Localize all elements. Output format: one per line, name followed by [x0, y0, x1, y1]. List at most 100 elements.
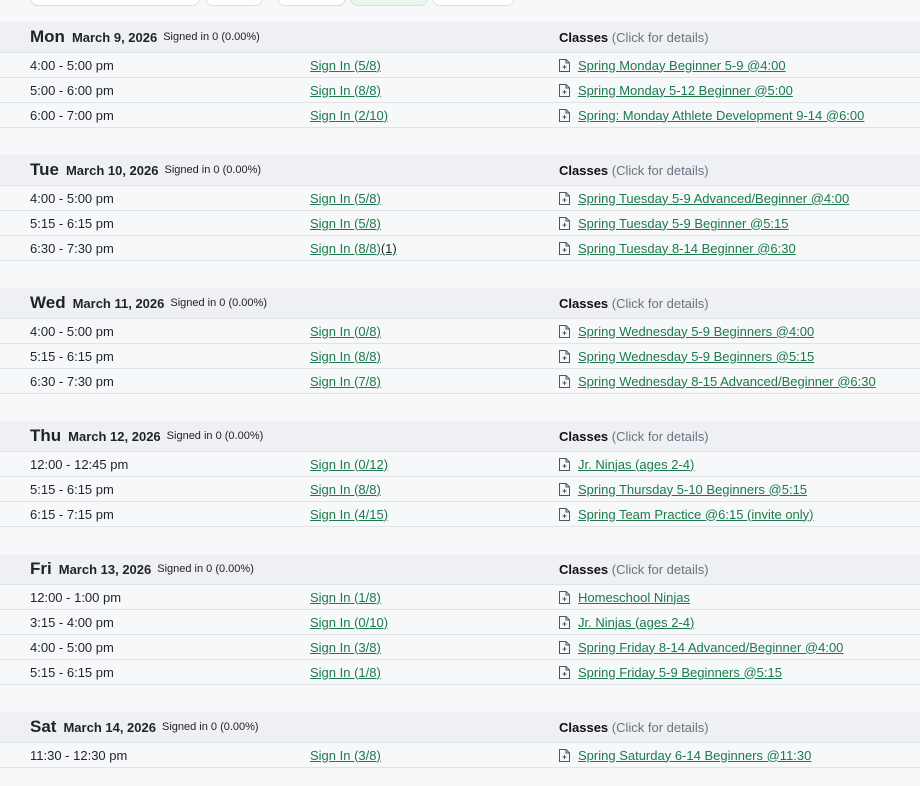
class-entry[interactable]: Spring Tuesday 5-9 Beginner @5:15 [559, 216, 789, 231]
class-link[interactable]: Homeschool Ninjas [578, 590, 690, 605]
class-link[interactable]: Spring Tuesday 5-9 Beginner @5:15 [578, 216, 789, 231]
schedule-row: 11:30 - 12:30 pm Sign In (3/8) Spring Sa… [0, 743, 920, 768]
sign-in-link[interactable]: Sign In (5/8) [310, 58, 381, 73]
sign-in-label[interactable]: Sign In (1/8) [310, 665, 381, 680]
toolbar-control[interactable] [277, 0, 346, 6]
day-name: Thu [30, 426, 62, 445]
class-link[interactable]: Spring Wednesday 5-9 Beginners @5:15 [578, 349, 814, 364]
classes-column-header: Classes (Click for details) [559, 429, 709, 444]
class-link[interactable]: Jr. Ninjas (ages 2-4) [578, 457, 694, 472]
sign-in-link[interactable]: Sign In (0/8) [310, 324, 381, 339]
class-link[interactable]: Spring Friday 8-14 Advanced/Beginner @4:… [578, 640, 843, 655]
sign-in-link[interactable]: Sign In (3/8) [310, 640, 381, 655]
class-link[interactable]: Spring Friday 5-9 Beginners @5:15 [578, 665, 782, 680]
document-plus-icon [559, 615, 570, 629]
class-entry[interactable]: Jr. Ninjas (ages 2-4) [559, 615, 694, 630]
sign-in-link[interactable]: Sign In (8/8)(1) [310, 241, 397, 256]
class-entry[interactable]: Spring Tuesday 8-14 Beginner @6:30 [559, 241, 796, 256]
class-link[interactable]: Jr. Ninjas (ages 2-4) [578, 615, 694, 630]
sign-in-label[interactable]: Sign In (3/8) [310, 640, 381, 655]
sign-in-label[interactable]: Sign In (5/8) [310, 191, 381, 206]
class-link[interactable]: Spring Tuesday 5-9 Advanced/Beginner @4:… [578, 191, 849, 206]
sign-in-label[interactable]: Sign In (0/8) [310, 324, 381, 339]
toolbar-control-active[interactable] [350, 0, 428, 6]
signed-in-summary: Signed in 0 (0.00%) [166, 430, 264, 442]
sign-in-link[interactable]: Sign In (1/8) [310, 665, 381, 680]
signed-in-summary: Signed in 0 (0.00%) [157, 563, 254, 575]
sign-in-label[interactable]: Sign In (3/8) [310, 748, 381, 763]
class-link[interactable]: Spring Team Practice @6:15 (invite only) [578, 507, 814, 522]
sign-in-link[interactable]: Sign In (4/15) [310, 507, 388, 522]
schedule-row: 5:15 - 6:15 pm Sign In (1/8) Spring Frid… [0, 660, 920, 685]
sign-in-label[interactable]: Sign In (0/12) [310, 457, 388, 472]
sign-in-link[interactable]: Sign In (8/8) [310, 482, 381, 497]
sign-in-link[interactable]: Sign In (3/8) [310, 748, 381, 763]
toolbar-control[interactable] [432, 0, 515, 6]
class-entry[interactable]: Spring Wednesday 8-15 Advanced/Beginner … [559, 374, 876, 389]
class-link[interactable]: Spring Monday 5-12 Beginner @5:00 [578, 83, 793, 98]
document-plus-icon [559, 457, 570, 471]
class-entry[interactable]: Spring Wednesday 5-9 Beginners @5:15 [559, 349, 814, 364]
class-entry[interactable]: Spring Thursday 5-10 Beginners @5:15 [559, 482, 807, 497]
classes-hint: (Click for details) [611, 719, 709, 735]
class-entry[interactable]: Homeschool Ninjas [559, 590, 690, 605]
sign-in-link[interactable]: Sign In (8/8) [310, 83, 381, 98]
class-entry[interactable]: Spring Wednesday 5-9 Beginners @4:00 [559, 324, 814, 339]
sign-in-label[interactable]: Sign In (4/15) [310, 507, 388, 522]
class-entry[interactable]: Spring: Monday Athlete Development 9-14 … [559, 108, 864, 123]
class-entry[interactable]: Spring Monday 5-12 Beginner @5:00 [559, 83, 793, 98]
sign-in-link[interactable]: Sign In (0/12) [310, 457, 388, 472]
sign-in-label[interactable]: Sign In (8/8) [310, 83, 381, 98]
schedule-row: 12:00 - 12:45 pm Sign In (0/12) Jr. Ninj… [0, 452, 920, 477]
sign-in-link[interactable]: Sign In (7/8) [310, 374, 381, 389]
document-plus-icon [559, 83, 570, 97]
class-entry[interactable]: Spring Friday 5-9 Beginners @5:15 [559, 665, 782, 680]
time-slot: 4:00 - 5:00 pm [30, 57, 114, 73]
schedule-row: 6:00 - 7:00 pm Sign In (2/10) Spring: Mo… [0, 103, 920, 128]
class-entry[interactable]: Spring Monday Beginner 5-9 @4:00 [559, 58, 786, 73]
classes-hint: (Click for details) [611, 428, 709, 444]
sign-in-link[interactable]: Sign In (2/10) [310, 108, 388, 123]
document-plus-icon [559, 216, 570, 230]
weekly-schedule: Mon March 9, 2026 Signed in 0 (0.00%) Cl… [0, 22, 920, 783]
classes-hint: (Click for details) [611, 561, 709, 577]
class-link[interactable]: Spring Wednesday 5-9 Beginners @4:00 [578, 324, 814, 339]
toolbar-control[interactable] [205, 0, 263, 6]
class-link[interactable]: Spring Thursday 5-10 Beginners @5:15 [578, 482, 807, 497]
class-link[interactable]: Spring Monday Beginner 5-9 @4:00 [578, 58, 786, 73]
sign-in-label[interactable]: Sign In (7/8) [310, 374, 381, 389]
class-entry[interactable]: Jr. Ninjas (ages 2-4) [559, 457, 694, 472]
classes-hint: (Click for details) [611, 162, 709, 178]
document-plus-icon [559, 58, 570, 72]
class-entry[interactable]: Spring Saturday 6-14 Beginners @11:30 [559, 748, 811, 763]
day-name: Fri [30, 559, 52, 578]
schedule-row: 4:00 - 5:00 pm Sign In (5/8) Spring Tues… [0, 186, 920, 211]
day-date: March 9, 2026 [71, 29, 158, 45]
sign-in-label[interactable]: Sign In (8/8) [310, 349, 381, 364]
sign-in-label[interactable]: Sign In (8/8) [310, 482, 381, 497]
sign-in-link[interactable]: Sign In (1/8) [310, 590, 381, 605]
class-link[interactable]: Spring: Monday Athlete Development 9-14 … [578, 108, 864, 123]
sign-in-label[interactable]: Sign In (8/8) [310, 241, 381, 256]
toolbar-control[interactable] [30, 0, 200, 6]
class-entry[interactable]: Spring Team Practice @6:15 (invite only) [559, 507, 814, 522]
sign-in-link[interactable]: Sign In (8/8) [310, 349, 381, 364]
class-link[interactable]: Spring Wednesday 8-15 Advanced/Beginner … [578, 374, 876, 389]
sign-in-label[interactable]: Sign In (2/10) [310, 108, 388, 123]
sign-in-link[interactable]: Sign In (5/8) [310, 191, 381, 206]
class-link[interactable]: Spring Tuesday 8-14 Beginner @6:30 [578, 241, 796, 256]
day-header: Wed March 11, 2026 Signed in 0 (0.00%) C… [0, 288, 920, 319]
sign-in-label[interactable]: Sign In (5/8) [310, 216, 381, 231]
class-entry[interactable]: Spring Tuesday 5-9 Advanced/Beginner @4:… [559, 191, 849, 206]
sign-in-label[interactable]: Sign In (5/8) [310, 58, 381, 73]
day-section: Tue March 10, 2026 Signed in 0 (0.00%) C… [0, 155, 920, 276]
sign-in-label[interactable]: Sign In (1/8) [310, 590, 381, 605]
document-plus-icon [559, 191, 570, 205]
sign-in-link[interactable]: Sign In (5/8) [310, 216, 381, 231]
sign-in-label[interactable]: Sign In (0/10) [310, 615, 388, 630]
class-entry[interactable]: Spring Friday 8-14 Advanced/Beginner @4:… [559, 640, 843, 655]
sign-in-link[interactable]: Sign In (0/10) [310, 615, 388, 630]
class-link[interactable]: Spring Saturday 6-14 Beginners @11:30 [578, 748, 811, 763]
